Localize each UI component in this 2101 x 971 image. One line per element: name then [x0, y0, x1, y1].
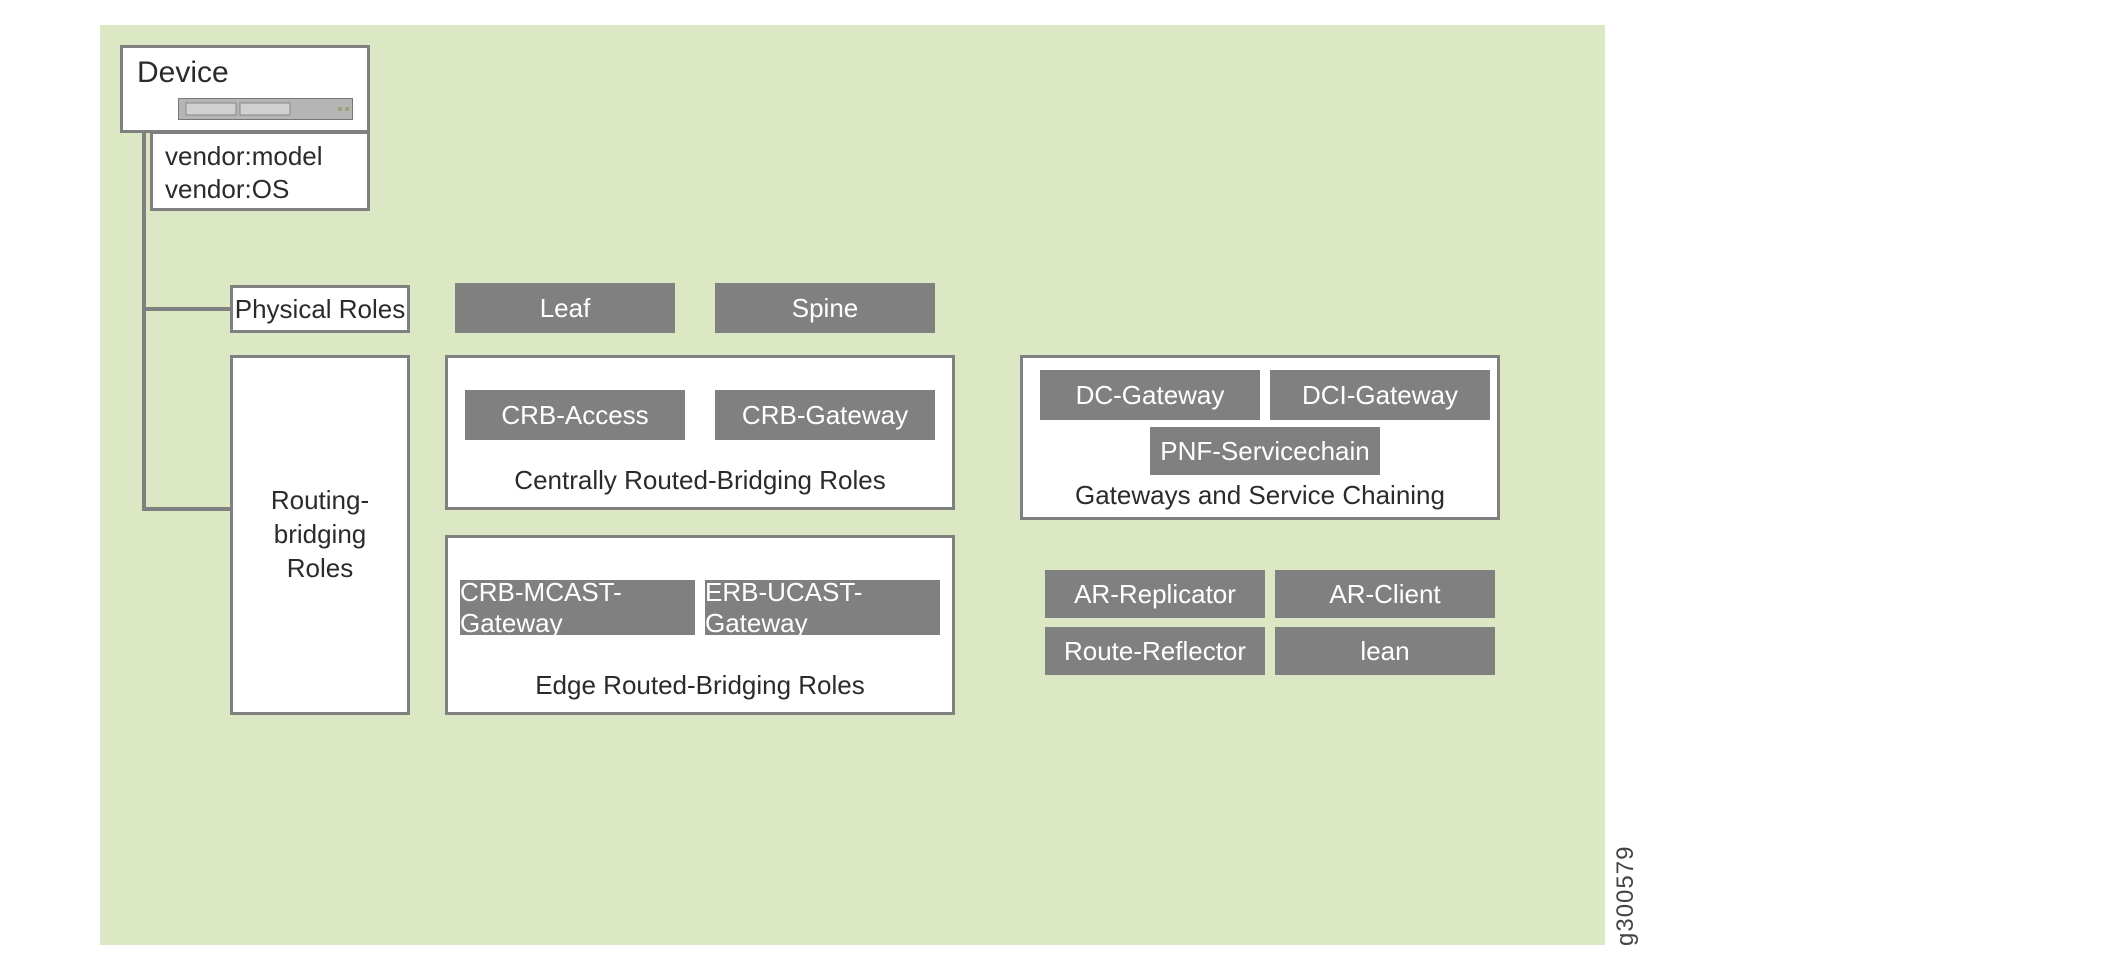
role-dc-gateway: DC-Gateway — [1040, 370, 1260, 420]
physical-roles-label: Physical Roles — [235, 294, 406, 325]
physical-roles-box: Physical Roles — [230, 285, 410, 333]
routing-bridging-roles-box: Routing-bridging Roles — [230, 355, 410, 715]
vendor-box: vendor:model vendor:OS — [150, 131, 370, 211]
role-ar-replicator: AR-Replicator — [1045, 570, 1265, 618]
connector-h-to-rbroles — [142, 507, 232, 511]
role-crb-gateway: CRB-Gateway — [715, 390, 935, 440]
role-leaf: Leaf — [455, 283, 675, 333]
role-pnf-servicechain: PNF-Servicechain — [1150, 427, 1380, 475]
erb-caption: Edge Routed-Bridging Roles — [445, 670, 955, 701]
vendor-model: vendor:model — [165, 140, 355, 173]
crb-caption: Centrally Routed-Bridging Roles — [445, 465, 955, 496]
device-box: Device — [120, 45, 370, 133]
role-erb-ucast-gateway: ERB-UCAST-Gateway — [705, 580, 940, 635]
device-icon — [178, 98, 353, 120]
gateways-caption: Gateways and Service Chaining — [1020, 480, 1500, 511]
image-id-label: g300579 — [1612, 846, 1640, 946]
role-spine: Spine — [715, 283, 935, 333]
connector-vline — [142, 133, 146, 511]
role-route-reflector: Route-Reflector — [1045, 627, 1265, 675]
routing-bridging-roles-label: Routing-bridging Roles — [241, 484, 399, 585]
device-title: Device — [137, 56, 229, 89]
vendor-os: vendor:OS — [165, 173, 355, 206]
role-ar-client: AR-Client — [1275, 570, 1495, 618]
diagram-canvas: Device vendor:model vendor:OS Physical R… — [100, 25, 1605, 945]
role-crb-access: CRB-Access — [465, 390, 685, 440]
role-crb-mcast-gateway: CRB-MCAST-Gateway — [460, 580, 695, 635]
role-lean: lean — [1275, 627, 1495, 675]
role-dci-gateway: DCI-Gateway — [1270, 370, 1490, 420]
connector-h-to-physroles — [142, 307, 232, 311]
